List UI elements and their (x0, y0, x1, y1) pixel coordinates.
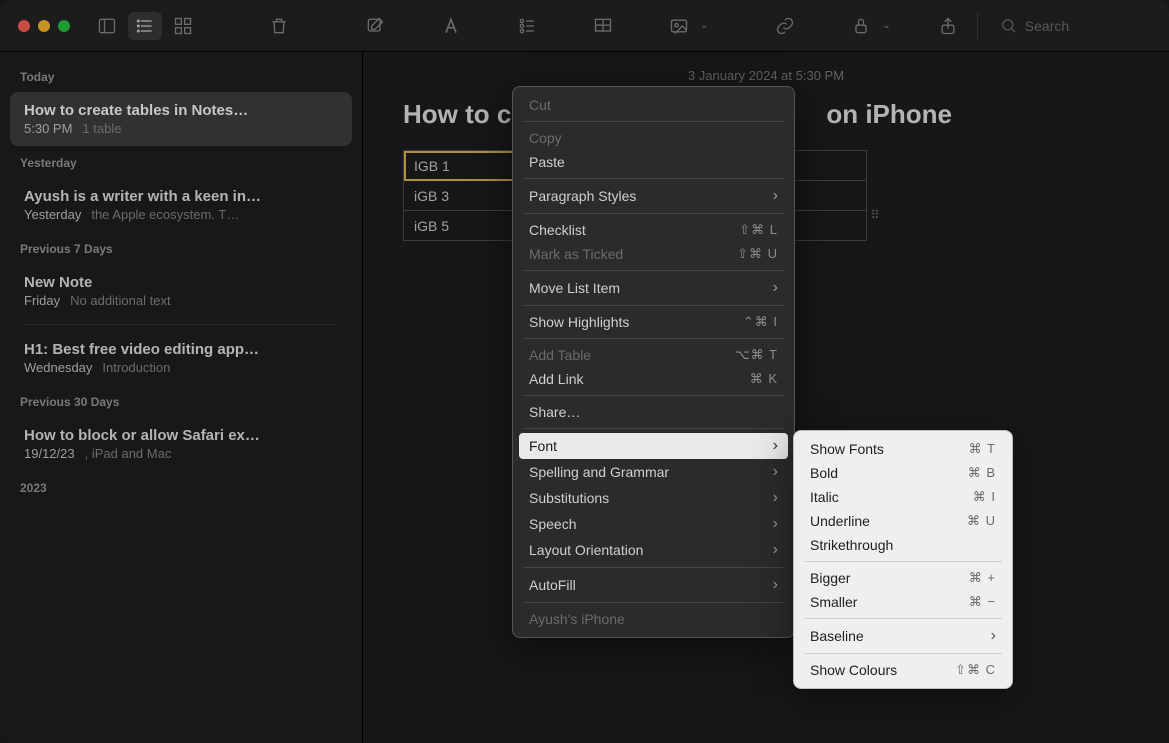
menu-item[interactable]: Font (519, 433, 788, 459)
submenu-item[interactable]: Show Colours⇧⌘ C (794, 658, 1012, 682)
table-icon[interactable] (586, 12, 620, 40)
note-item-time: Yesterday (24, 207, 81, 222)
note-item-preview: , iPad and Mac (85, 446, 172, 461)
grid-view-icon[interactable] (166, 12, 200, 40)
note-item-preview: 1 table (82, 121, 121, 136)
menu-item: Mark as Ticked⇧⌘ U (513, 242, 794, 266)
share-icon[interactable] (931, 12, 965, 40)
link-icon[interactable] (768, 12, 802, 40)
menu-item[interactable]: Layout Orientation (513, 537, 794, 563)
note-item-time: 5:30 PM (24, 121, 72, 136)
section-header: Yesterday (10, 148, 352, 176)
notes-list[interactable]: Today How to create tables in Notes… 5:30 … (0, 52, 363, 743)
note-list-item[interactable]: How to block or allow Safari ex… 19/12/23… (10, 417, 352, 471)
submenu-item[interactable]: Baseline (794, 623, 1012, 649)
submenu-item[interactable]: Bigger⌘ + (794, 566, 1012, 590)
note-list-item[interactable]: New Note Friday No additional text (10, 264, 352, 318)
note-item-time: Wednesday (24, 360, 92, 375)
menu-item: Copy (513, 126, 794, 150)
compose-icon[interactable] (358, 12, 392, 40)
note-list-item[interactable]: How to create tables in Notes… 5:30 PM 1 t… (10, 92, 352, 146)
menu-item[interactable]: Show Highlights⌃⌘ I (513, 310, 794, 334)
search-icon (1000, 17, 1017, 34)
font-submenu[interactable]: Show Fonts⌘ TBold⌘ BItalic⌘ IUnderline⌘ … (793, 430, 1013, 689)
menu-item[interactable]: Checklist⇧⌘ L (513, 218, 794, 242)
lock-icon[interactable] (844, 12, 878, 40)
menu-item[interactable]: Share… (513, 400, 794, 424)
section-header: Previous 7 Days (10, 234, 352, 262)
close-window[interactable] (18, 20, 30, 32)
chevron-down-icon[interactable]: ⌄ (700, 20, 708, 31)
note-item-time: 19/12/23 (24, 446, 75, 461)
note-list-item[interactable]: H1: Best free video editing app… Wednesda… (10, 331, 352, 385)
minimize-window[interactable] (38, 20, 50, 32)
context-menu[interactable]: Cut CopyPaste Paragraph Styles Checklist⇧⌘ … (512, 86, 795, 638)
note-item-preview: Introduction (102, 360, 170, 375)
menu-item: Cut (513, 93, 794, 117)
table-cell[interactable]: IGB 1 (404, 151, 522, 181)
toolbar: ⌄ ⌄ Search (0, 0, 1169, 52)
section-header: 2023 (10, 473, 352, 501)
menu-item[interactable]: Spelling and Grammar (513, 459, 794, 485)
table-cell[interactable]: iGB 3 (404, 181, 522, 211)
section-header: Previous 30 Days (10, 387, 352, 415)
column-handle-icon[interactable]: ⠿ (860, 208, 890, 222)
submenu-item[interactable]: Smaller⌘ − (794, 590, 1012, 614)
fullscreen-window[interactable] (58, 20, 70, 32)
text-style-icon[interactable] (434, 12, 468, 40)
trash-icon[interactable] (262, 12, 296, 40)
list-view-icon[interactable] (128, 12, 162, 40)
menu-item[interactable]: Move List Item (513, 275, 794, 301)
submenu-item[interactable]: Strikethrough (794, 533, 1012, 557)
table-cell[interactable]: iGB 5 (404, 211, 522, 241)
menu-item[interactable]: Paste (513, 150, 794, 174)
menu-item: Ayush's iPhone (513, 607, 794, 631)
note-item-title: How to block or allow Safari ex… (24, 427, 338, 444)
menu-item[interactable]: Speech (513, 511, 794, 537)
submenu-item[interactable]: Bold⌘ B (794, 461, 1012, 485)
media-icon[interactable] (662, 12, 696, 40)
note-item-time: Friday (24, 293, 60, 308)
note-item-title: New Note (24, 274, 338, 291)
search-field[interactable]: Search (1000, 17, 1069, 34)
note-item-preview: the Apple ecosystem. T… (91, 207, 239, 222)
menu-item: Add Table⌥⌘ T (513, 343, 794, 367)
note-item-title: Ayush is a writer with a keen in… (24, 188, 338, 205)
toggle-sidebar-icon[interactable] (90, 12, 124, 40)
submenu-item[interactable]: Show Fonts⌘ T (794, 437, 1012, 461)
chevron-down-icon[interactable]: ⌄ (882, 20, 890, 31)
menu-item[interactable]: AutoFill (513, 572, 794, 598)
note-item-title: H1: Best free video editing app… (24, 341, 338, 358)
submenu-item[interactable]: Underline⌘ U (794, 509, 1012, 533)
section-header: Today (10, 62, 352, 90)
menu-item[interactable]: Paragraph Styles (513, 183, 794, 209)
menu-item[interactable]: Add Link⌘ K (513, 367, 794, 391)
window-controls (18, 20, 70, 32)
note-item-preview: No additional text (70, 293, 170, 308)
menu-item[interactable]: Substitutions (513, 485, 794, 511)
note-list-item[interactable]: Ayush is a writer with a keen in… Yesterd… (10, 178, 352, 232)
checklist-icon[interactable] (510, 12, 544, 40)
submenu-item[interactable]: Italic⌘ I (794, 485, 1012, 509)
note-item-title: How to create tables in Notes… (24, 102, 338, 119)
search-placeholder: Search (1025, 18, 1069, 34)
